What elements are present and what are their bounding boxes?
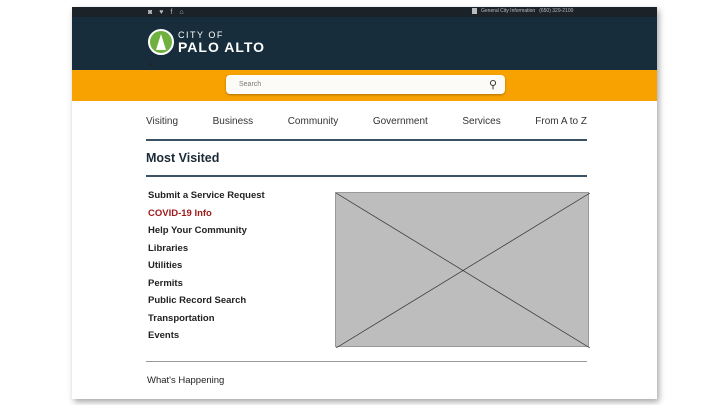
nav-government[interactable]: Government (373, 116, 428, 127)
link-help-community[interactable]: Help Your Community (148, 225, 265, 243)
main-nav: Visiting Business Community Government S… (146, 116, 587, 127)
divider (146, 139, 587, 141)
divider (146, 175, 587, 177)
whats-happening-heading: What's Happening (147, 375, 225, 386)
section-title: Most Visited (146, 151, 220, 165)
link-service-request[interactable]: Submit a Service Request (148, 190, 265, 208)
link-public-records[interactable]: Public Record Search (148, 295, 265, 313)
nav-services[interactable]: Services (462, 116, 500, 127)
nav-business[interactable]: Business (213, 116, 254, 127)
nav-community[interactable]: Community (288, 116, 339, 127)
divider (146, 361, 587, 362)
link-utilities[interactable]: Utilities (148, 260, 265, 278)
link-libraries[interactable]: Libraries (148, 243, 265, 261)
link-transportation[interactable]: Transportation (148, 313, 265, 331)
link-permits[interactable]: Permits (148, 278, 265, 296)
link-events[interactable]: Events (148, 330, 265, 348)
image-placeholder (335, 192, 591, 349)
link-covid[interactable]: COVID-19 Info (148, 208, 265, 226)
nav-a-to-z[interactable]: From A to Z (535, 116, 587, 127)
content: Visiting Business Community Government S… (72, 7, 657, 399)
most-visited-list: Submit a Service Request COVID-19 Info H… (148, 190, 265, 348)
nav-visiting[interactable]: Visiting (146, 116, 178, 127)
